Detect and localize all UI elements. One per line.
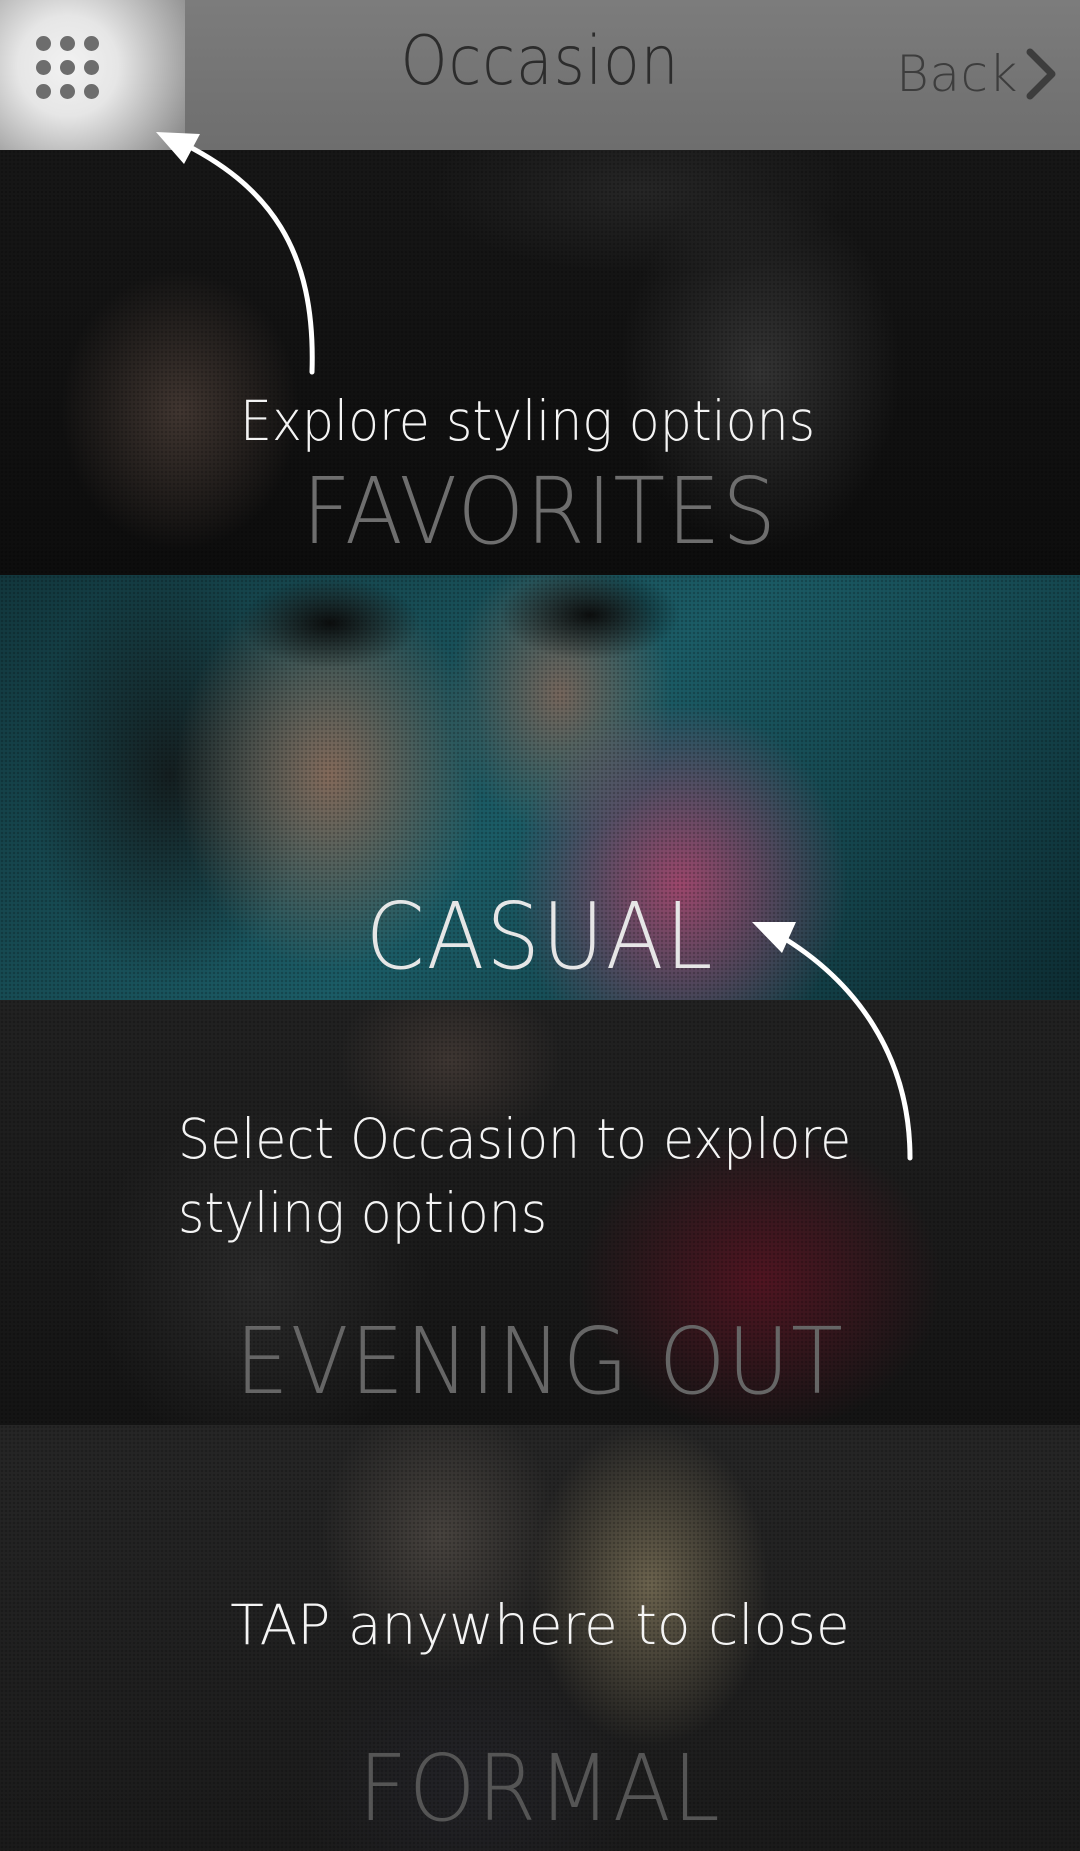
select-hint: Select Occasion to explore styling optio…	[178, 1102, 877, 1250]
tutorial-overlay[interactable]: Explore styling options Select Occasion …	[0, 0, 1080, 1851]
select-hint-line2: styling options	[178, 1181, 548, 1245]
tutorial-arrows	[156, 132, 913, 1161]
occasion-screen: FAVORITES CASUAL EVENING OUT FORMAL Occa…	[0, 0, 1080, 1851]
explore-hint: Explore styling options	[240, 389, 816, 453]
close-hint: TAP anywhere to close	[230, 1593, 850, 1657]
select-hint-line1: Select Occasion to explore	[178, 1107, 852, 1171]
